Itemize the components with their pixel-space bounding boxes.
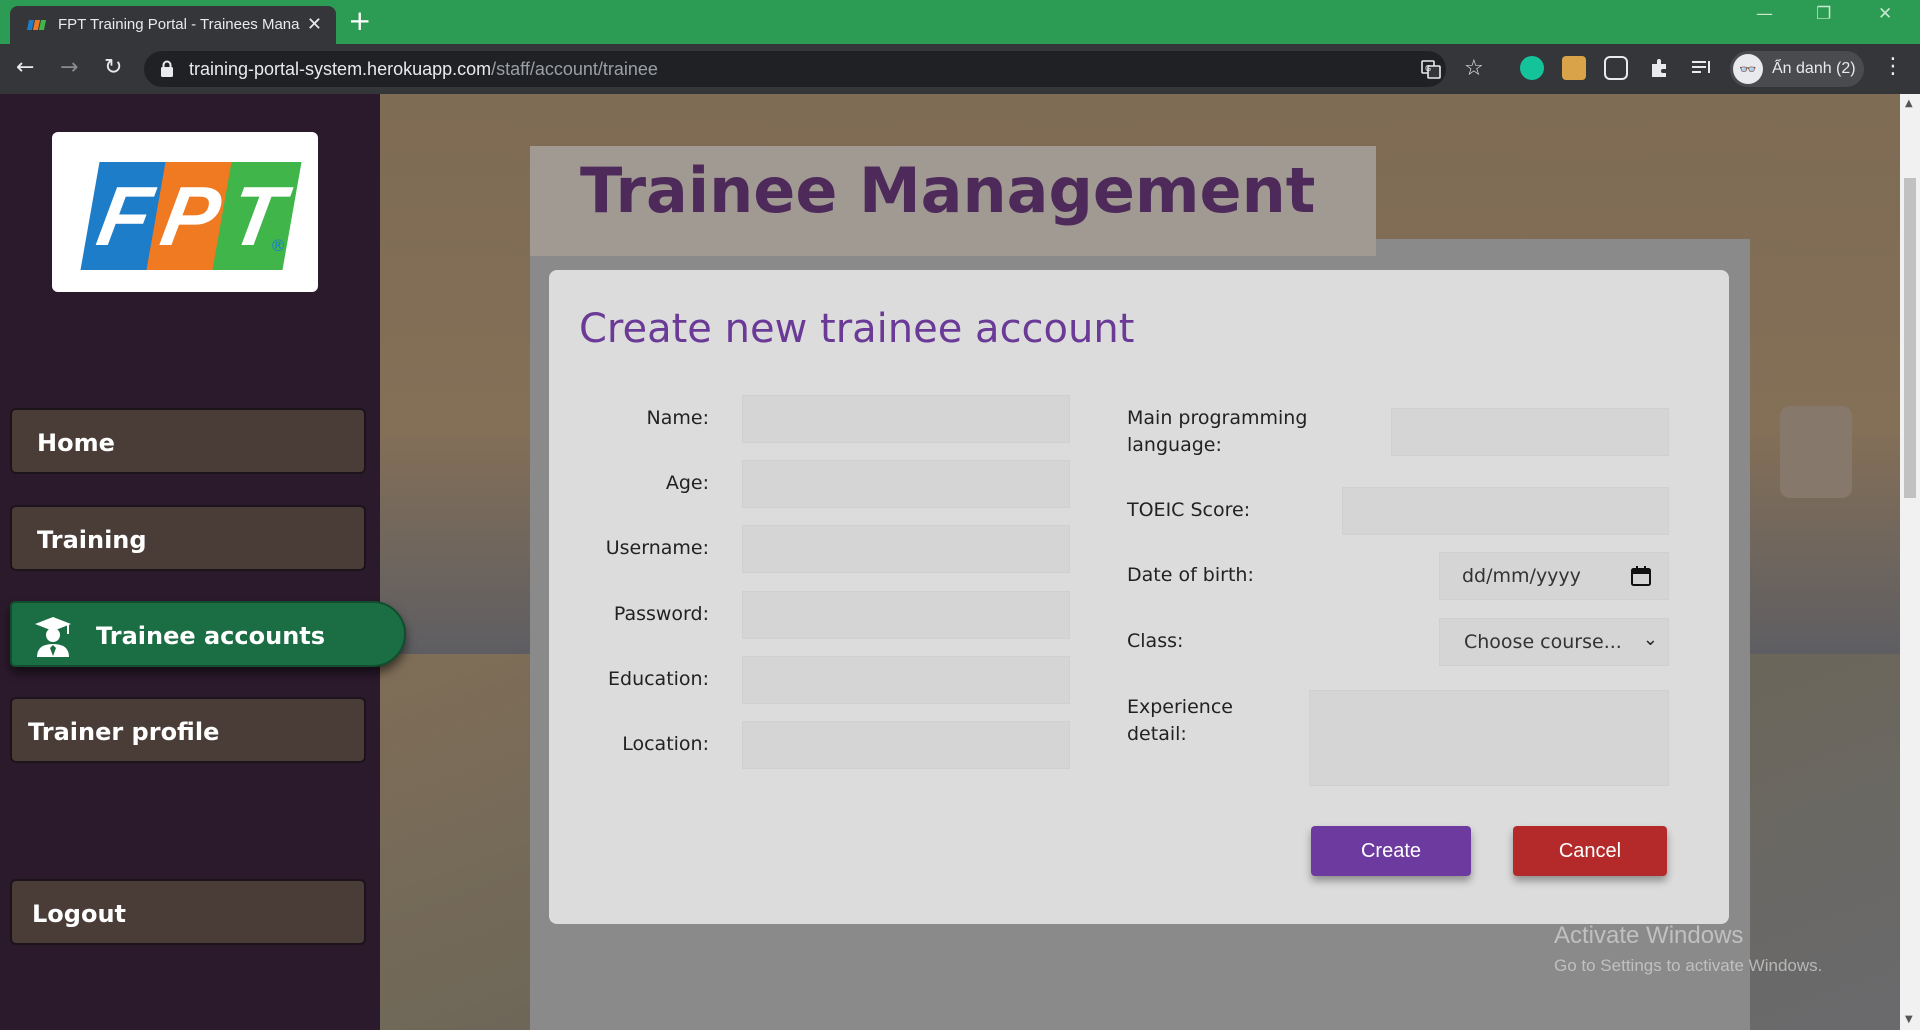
fpt-favicon-icon	[26, 17, 47, 33]
main-language-field[interactable]	[1391, 408, 1669, 456]
browser-tab[interactable]: FPT Training Portal - Trainees Manag ✕	[10, 6, 336, 44]
create-button[interactable]: Create	[1311, 826, 1471, 876]
browser-menu-icon[interactable]: ⋮	[1882, 54, 1904, 79]
location-field[interactable]	[742, 721, 1070, 769]
puzzle-extensions-icon[interactable]	[1648, 56, 1672, 80]
back-icon[interactable]: ←	[16, 56, 34, 80]
password-label: Password:	[613, 603, 709, 625]
url-host: training-portal-system.herokuapp.com	[189, 59, 492, 79]
close-tab-icon[interactable]: ✕	[307, 14, 322, 34]
age-field[interactable]	[742, 460, 1070, 508]
logo-registered-mark: ®	[270, 236, 286, 255]
scrollbar-thumb[interactable]	[1904, 178, 1916, 498]
logout-label: Logout	[32, 900, 127, 928]
svg-text:G: G	[1425, 64, 1431, 73]
experience-label: Experience detail:	[1127, 694, 1233, 748]
incognito-profile-button[interactable]: 👓 Ẩn danh (2)	[1730, 51, 1864, 87]
reload-icon[interactable]: ↻	[104, 56, 122, 80]
class-label: Class:	[1127, 630, 1184, 652]
fpt-logo: F P T ®	[52, 132, 318, 292]
background-button	[1780, 406, 1852, 498]
minimize-window-icon[interactable]: —	[1756, 4, 1773, 24]
dob-placeholder: dd/mm/yyyy	[1462, 565, 1581, 587]
scroll-down-icon[interactable]: ▼	[1905, 1014, 1913, 1025]
browser-tabstrip: FPT Training Portal - Trainees Manag ✕ +…	[0, 0, 1920, 44]
tab-title: FPT Training Portal - Trainees Manag	[58, 16, 300, 33]
experience-label-line1: Experience	[1127, 696, 1233, 718]
location-label: Location:	[622, 733, 709, 755]
page-scrollbar[interactable]: ▲ ▼	[1900, 94, 1920, 1030]
cancel-button[interactable]: Cancel	[1513, 826, 1667, 876]
main-language-label: Main programming language:	[1127, 405, 1307, 459]
sidebar-item-trainer-profile[interactable]: Trainer profile	[10, 697, 366, 763]
sidebar-item-label: Home	[37, 429, 115, 457]
address-bar[interactable]: training-portal-system.herokuapp.com/sta…	[144, 51, 1484, 87]
lock-icon	[161, 60, 173, 77]
url-path: /staff/account/trainee	[491, 59, 658, 79]
sidebar-item-home[interactable]: Home	[10, 408, 366, 474]
sidebar-item-label: Training	[37, 526, 147, 554]
sidebar: F P T ® Home Training Trainee accounts T…	[0, 94, 406, 1030]
username-label: Username:	[605, 537, 709, 559]
browser-toolbar: ← → ↻ training-portal-system.herokuapp.c…	[0, 44, 1920, 94]
forward-icon[interactable]: →	[60, 56, 78, 80]
watermark-line2: Go to Settings to activate Windows.	[1554, 956, 1823, 975]
logout-button[interactable]: Logout	[10, 879, 366, 945]
name-label: Name:	[646, 407, 709, 429]
grammarly-extension-icon[interactable]	[1520, 56, 1544, 80]
extension-icon[interactable]	[1562, 56, 1586, 80]
class-select[interactable]: Choose course... ⌄	[1439, 618, 1669, 666]
education-field[interactable]	[742, 656, 1070, 704]
restore-window-icon[interactable]: ❐	[1816, 4, 1831, 24]
name-field[interactable]	[742, 395, 1070, 443]
sidebar-item-label: Trainer profile	[28, 718, 220, 746]
experience-detail-textarea[interactable]	[1309, 690, 1669, 786]
date-of-birth-field[interactable]: dd/mm/yyyy	[1439, 552, 1669, 600]
url-text: training-portal-system.herokuapp.com/sta…	[189, 59, 658, 80]
new-tab-button[interactable]: +	[348, 6, 371, 36]
class-selected-value: Choose course...	[1464, 631, 1622, 653]
incognito-icon: 👓	[1733, 54, 1763, 84]
page-viewport: Trainee Management F P T ® Home Training…	[0, 94, 1920, 1030]
toeic-label: TOEIC Score:	[1127, 499, 1251, 521]
bookmark-star-icon[interactable]: ☆	[1464, 56, 1484, 81]
modal-title: Create new trainee account	[579, 306, 1135, 352]
chevron-down-icon: ⌄	[1642, 629, 1658, 650]
password-field[interactable]	[742, 591, 1070, 639]
toeic-score-field[interactable]	[1342, 487, 1669, 535]
create-trainee-modal: Create new trainee account Name: Age: Us…	[549, 270, 1729, 924]
windows-activation-watermark: Activate Windows Go to Settings to activ…	[1554, 922, 1822, 976]
sidebar-item-trainee-accounts[interactable]: Trainee accounts	[10, 601, 406, 667]
glasses-extension-icon[interactable]	[1604, 56, 1628, 80]
main-language-label-line1: Main programming	[1127, 407, 1308, 429]
reading-list-icon[interactable]	[1690, 56, 1714, 80]
main-language-label-line2: language:	[1127, 434, 1222, 456]
sidebar-item-label: Trainee accounts	[96, 622, 326, 650]
calendar-icon[interactable]	[1630, 565, 1652, 587]
close-window-icon[interactable]: ✕	[1878, 4, 1892, 24]
background-page-title: Trainee Management	[580, 154, 1316, 227]
translate-icon[interactable]: G	[1421, 59, 1441, 79]
age-label: Age:	[665, 472, 709, 494]
education-label: Education:	[608, 668, 709, 690]
watermark-line1: Activate Windows	[1554, 922, 1744, 949]
sidebar-item-training[interactable]: Training	[10, 505, 366, 571]
graduate-icon	[35, 617, 71, 657]
dob-label: Date of birth:	[1127, 564, 1254, 586]
scroll-up-icon[interactable]: ▲	[1905, 98, 1913, 109]
profile-label: Ẩn danh (2)	[1772, 60, 1856, 77]
username-field[interactable]	[742, 525, 1070, 573]
experience-label-line2: detail:	[1127, 723, 1187, 745]
